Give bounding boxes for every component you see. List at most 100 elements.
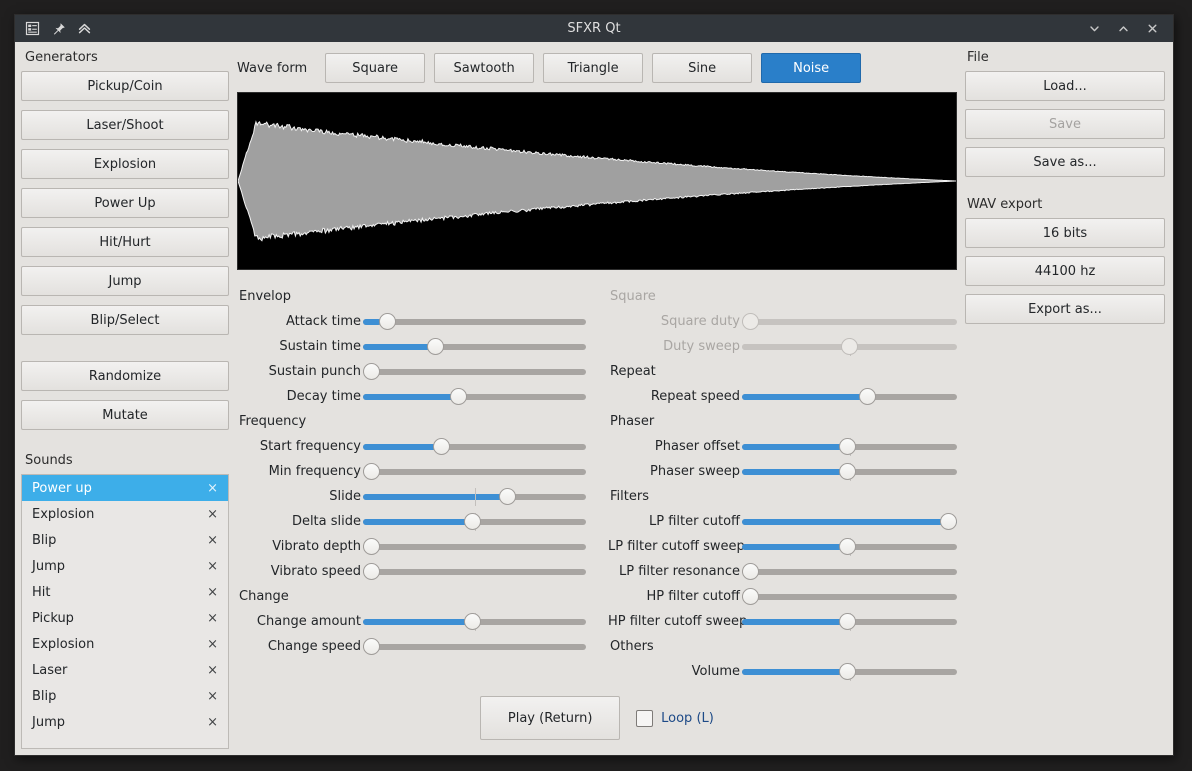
- slider-handle-min-frequency[interactable]: [363, 462, 380, 480]
- slider-handle-change-speed[interactable]: [363, 637, 380, 655]
- slider-handle-lp-filter-resonance[interactable]: [742, 562, 759, 580]
- slider-track-hp-filter-cutoff[interactable]: [742, 586, 957, 608]
- delete-sound-icon[interactable]: ×: [207, 611, 218, 626]
- slider-track-phaser-offset[interactable]: [742, 436, 957, 458]
- file-save-as-button[interactable]: Save as...: [965, 147, 1165, 177]
- slider-track-start-frequency[interactable]: [363, 436, 586, 458]
- sound-list-item[interactable]: Blip ×: [22, 683, 228, 709]
- slider-handle-repeat-speed[interactable]: [858, 387, 876, 405]
- slider-track-min-frequency[interactable]: [363, 461, 586, 483]
- slider-track-phaser-sweep[interactable]: [742, 461, 957, 483]
- delete-sound-icon[interactable]: ×: [207, 533, 218, 548]
- wav-44100-hz-button[interactable]: 44100 hz: [965, 256, 1165, 286]
- delete-sound-icon[interactable]: ×: [207, 689, 218, 704]
- slider-handle-volume[interactable]: [839, 662, 857, 680]
- waveform-button-sine[interactable]: Sine: [652, 53, 753, 83]
- file-load-button[interactable]: Load...: [965, 71, 1165, 101]
- slider-track-change-speed[interactable]: [363, 636, 586, 658]
- slider-handle-vibrato-speed[interactable]: [363, 562, 380, 580]
- slider-handle-phaser-offset[interactable]: [839, 437, 857, 455]
- loop-checkbox-wrapper[interactable]: Loop (L): [636, 709, 714, 727]
- generator-button-hit-hurt[interactable]: Hit/Hurt: [21, 227, 229, 257]
- generator-button-explosion[interactable]: Explosion: [21, 149, 229, 179]
- generator-button-power-up[interactable]: Power Up: [21, 188, 229, 218]
- delete-sound-icon[interactable]: ×: [207, 715, 218, 730]
- generator-button-blip-select[interactable]: Blip/Select: [21, 305, 229, 335]
- slider-handle-hp-filter-cutoff-sweep[interactable]: [839, 612, 857, 630]
- slider-handle-change-amount[interactable]: [463, 612, 481, 630]
- slider-handle-vibrato-depth[interactable]: [363, 537, 380, 555]
- pin-icon[interactable]: [50, 20, 67, 37]
- sound-list-item[interactable]: Power up ×: [22, 475, 228, 501]
- slider-track-slide[interactable]: [363, 486, 586, 508]
- slider-track-lp-filter-cutoff-sweep[interactable]: [742, 536, 957, 558]
- slider-handle-lp-filter-cutoff[interactable]: [940, 512, 957, 530]
- slider-track-vibrato-depth[interactable]: [363, 536, 586, 558]
- slider-handle-start-frequency[interactable]: [433, 437, 451, 455]
- sound-list-item[interactable]: Blip ×: [22, 527, 228, 553]
- sound-list-item[interactable]: Hit ×: [22, 579, 228, 605]
- sound-list-item[interactable]: Explosion ×: [22, 631, 228, 657]
- sound-list-item[interactable]: Laser ×: [22, 657, 228, 683]
- waveform-button-square[interactable]: Square: [325, 53, 426, 83]
- slider-handle-sustain-punch[interactable]: [363, 362, 380, 380]
- play-button[interactable]: Play (Return): [480, 696, 621, 740]
- close-icon[interactable]: [1145, 21, 1160, 36]
- slider-handle-sustain-time[interactable]: [426, 337, 444, 355]
- sound-list-item[interactable]: Jump ×: [22, 553, 228, 579]
- slider-track-repeat-speed[interactable]: [742, 386, 957, 408]
- slider-track-duty-sweep[interactable]: [742, 336, 957, 358]
- slider-track-decay-time[interactable]: [363, 386, 586, 408]
- sound-list-item[interactable]: Pickup ×: [22, 605, 228, 631]
- slider-label-sustain-punch: Sustain punch: [268, 364, 361, 379]
- slider-handle-attack-time[interactable]: [379, 312, 397, 330]
- waveform-button-sawtooth[interactable]: Sawtooth: [434, 53, 535, 83]
- minimize-icon[interactable]: [1087, 21, 1102, 36]
- slider-track-delta-slide[interactable]: [363, 511, 586, 533]
- delete-sound-icon[interactable]: ×: [207, 507, 218, 522]
- waveform-button-noise[interactable]: Noise: [761, 53, 862, 83]
- collapse-icon[interactable]: [76, 20, 93, 37]
- slider-track-lp-filter-resonance[interactable]: [742, 561, 957, 583]
- slider-handle-lp-filter-cutoff-sweep[interactable]: [839, 537, 857, 555]
- delete-sound-icon[interactable]: ×: [207, 585, 218, 600]
- slider-track-hp-filter-cutoff-sweep[interactable]: [742, 611, 957, 633]
- title-bar[interactable]: SFXR Qt: [15, 15, 1173, 42]
- slider-track-lp-filter-cutoff[interactable]: [742, 511, 957, 533]
- delete-sound-icon[interactable]: ×: [207, 559, 218, 574]
- slider-groove: [363, 543, 586, 550]
- slider-track-sustain-time[interactable]: [363, 336, 586, 358]
- delete-sound-icon[interactable]: ×: [207, 481, 218, 496]
- slider-track-change-amount[interactable]: [363, 611, 586, 633]
- slider-label-change-speed: Change speed: [267, 639, 361, 654]
- slider-handle-decay-time[interactable]: [449, 387, 467, 405]
- delete-sound-icon[interactable]: ×: [207, 637, 218, 652]
- slider-handle-hp-filter-cutoff[interactable]: [742, 587, 759, 605]
- delete-sound-icon[interactable]: ×: [207, 663, 218, 678]
- mutate-button[interactable]: Mutate: [21, 400, 229, 430]
- generator-button-laser-shoot[interactable]: Laser/Shoot: [21, 110, 229, 140]
- wav-export-as-button[interactable]: Export as...: [965, 294, 1165, 324]
- maximize-icon[interactable]: [1116, 21, 1131, 36]
- slider-track-vibrato-speed[interactable]: [363, 561, 586, 583]
- menu-icon[interactable]: [24, 20, 41, 37]
- slider-row-hp-filter-cutoff: HP filter cutoff: [608, 584, 957, 609]
- generator-button-pickup-coin[interactable]: Pickup/Coin: [21, 71, 229, 101]
- slider-track-square-duty[interactable]: [742, 311, 957, 333]
- waveform-button-triangle[interactable]: Triangle: [543, 53, 644, 83]
- slider-handle-duty-sweep[interactable]: [841, 337, 858, 355]
- slider-track-sustain-punch[interactable]: [363, 361, 586, 383]
- loop-checkbox[interactable]: [636, 709, 654, 727]
- randomize-button[interactable]: Randomize: [21, 361, 229, 391]
- slider-track-volume[interactable]: [742, 661, 957, 683]
- slider-handle-square-duty[interactable]: [742, 312, 759, 330]
- sound-list-item[interactable]: Explosion ×: [22, 501, 228, 527]
- slider-handle-slide[interactable]: [498, 487, 516, 505]
- generator-button-jump[interactable]: Jump: [21, 266, 229, 296]
- wav-16-bits-button[interactable]: 16 bits: [965, 218, 1165, 248]
- slider-handle-phaser-sweep[interactable]: [839, 462, 857, 480]
- slider-handle-delta-slide[interactable]: [463, 512, 481, 530]
- sound-list-item[interactable]: Jump ×: [22, 709, 228, 735]
- sounds-list[interactable]: Power up × Explosion × Blip × Jump × Hit × Pickup ×…: [21, 474, 229, 749]
- slider-track-attack-time[interactable]: [363, 311, 586, 333]
